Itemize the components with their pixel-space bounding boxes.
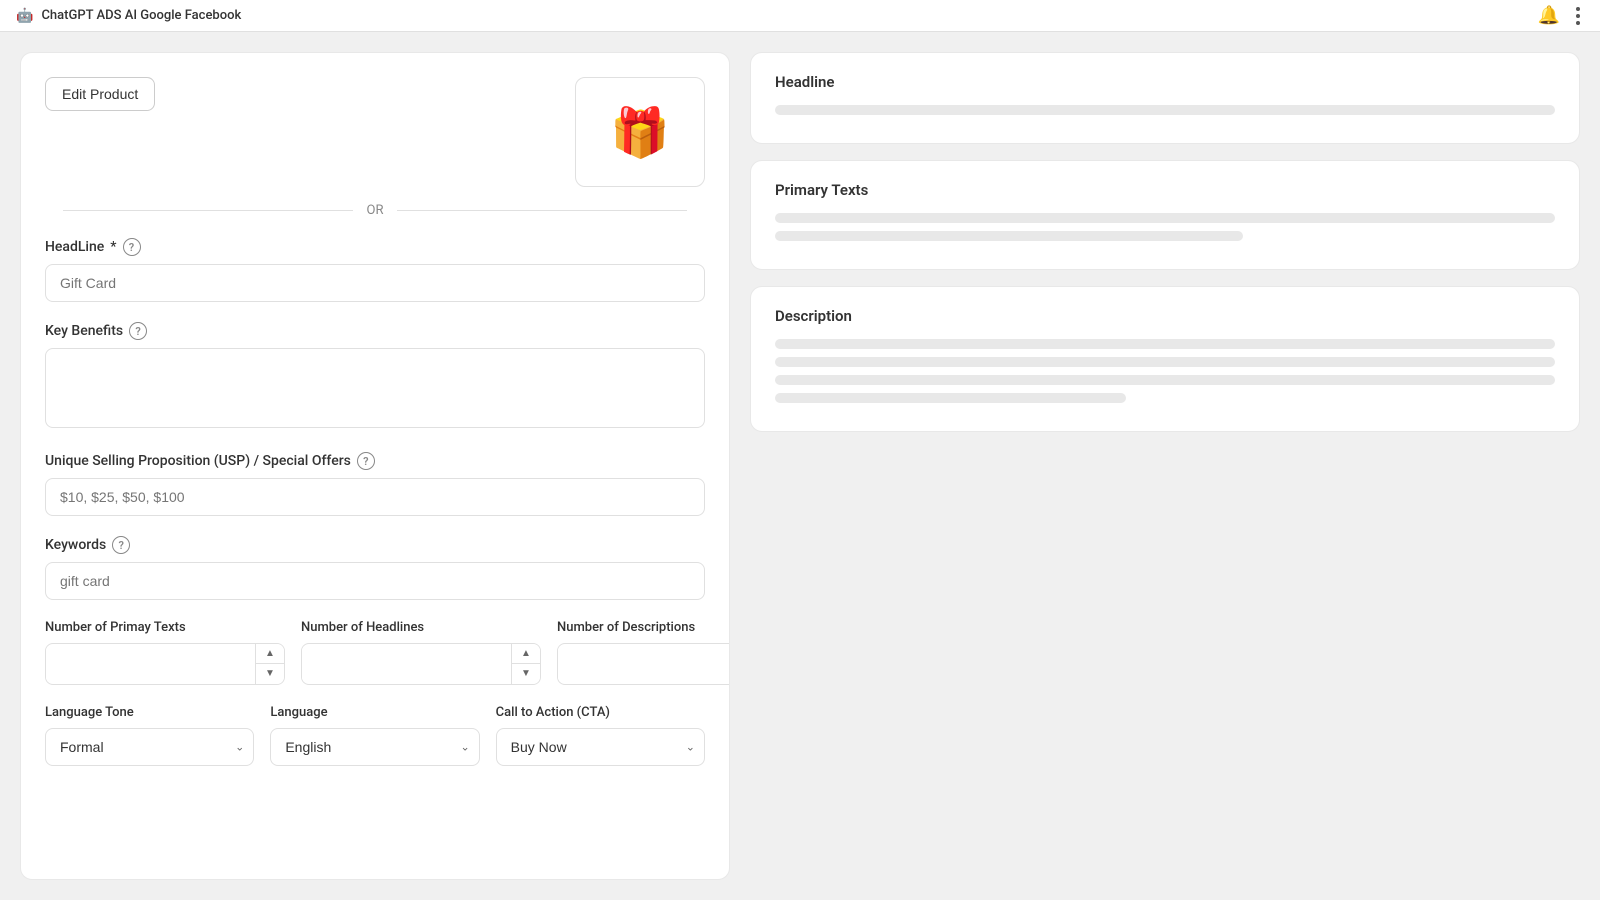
num-descriptions-group: Number of Descriptions 3 ▲ ▼ [557, 620, 730, 685]
usp-label: Unique Selling Proposition (USP) / Speci… [45, 452, 705, 470]
num-primary-input[interactable]: 3 [46, 646, 255, 682]
num-headlines-spinner: 3 ▲ ▼ [301, 643, 541, 685]
product-image: 🎁 [575, 77, 705, 187]
headline-group: HeadLine * ? [45, 238, 705, 302]
top-bar: 🤖 ChatGPT ADS AI Google Facebook 🔔 [0, 0, 1600, 32]
keywords-group: Keywords ? [45, 536, 705, 600]
left-panel: Edit Product 🎁 OR HeadLine * ? Key Benef… [20, 52, 730, 880]
headline-label: HeadLine * ? [45, 238, 705, 256]
product-image-area: Edit Product 🎁 [45, 77, 705, 187]
description-skeleton-1 [775, 339, 1555, 349]
description-preview-title: Description [775, 307, 1555, 325]
keywords-help-icon[interactable]: ? [112, 536, 130, 554]
primary-skeleton-2 [775, 231, 1243, 241]
headline-preview-card: Headline [750, 52, 1580, 144]
language-select-wrapper: English Spanish French German ⌄ [270, 728, 479, 766]
right-panel: Headline Primary Texts Description [750, 52, 1580, 880]
description-skeleton-2 [775, 357, 1555, 367]
language-tone-select[interactable]: Formal Casual Friendly Professional [45, 728, 254, 766]
headline-help-icon[interactable]: ? [123, 238, 141, 256]
number-fields-row: Number of Primay Texts 3 ▲ ▼ Number of H… [45, 620, 705, 685]
headline-skeleton-1 [775, 105, 1555, 115]
cta-select[interactable]: Buy Now Learn More Shop Now Sign Up [496, 728, 705, 766]
app-title-area: 🤖 ChatGPT ADS AI Google Facebook [16, 8, 241, 24]
language-group: Language English Spanish French German ⌄ [270, 705, 479, 766]
headline-preview-title: Headline [775, 73, 1555, 91]
usp-input[interactable] [45, 478, 705, 516]
more-options-icon[interactable] [1572, 3, 1584, 29]
required-indicator: * [110, 239, 116, 255]
num-headlines-label: Number of Headlines [301, 620, 541, 635]
num-headlines-input[interactable]: 3 [302, 646, 511, 682]
primary-texts-preview-card: Primary Texts [750, 160, 1580, 270]
num-primary-spinner: 3 ▲ ▼ [45, 643, 285, 685]
edit-product-button[interactable]: Edit Product [45, 77, 155, 111]
num-primary-label: Number of Primay Texts [45, 620, 285, 635]
select-fields-row: Language Tone Formal Casual Friendly Pro… [45, 705, 705, 766]
notification-icon[interactable]: 🔔 [1538, 5, 1560, 26]
num-headlines-up[interactable]: ▲ [512, 644, 540, 664]
num-primary-down[interactable]: ▼ [256, 664, 284, 684]
num-headlines-group: Number of Headlines 3 ▲ ▼ [301, 620, 541, 685]
num-descriptions-label: Number of Descriptions [557, 620, 730, 635]
product-emoji: 🎁 [610, 104, 670, 161]
num-headlines-controls: ▲ ▼ [511, 644, 540, 684]
language-tone-group: Language Tone Formal Casual Friendly Pro… [45, 705, 254, 766]
num-primary-up[interactable]: ▲ [256, 644, 284, 664]
num-primary-controls: ▲ ▼ [255, 644, 284, 684]
num-headlines-down[interactable]: ▼ [512, 664, 540, 684]
keywords-input[interactable] [45, 562, 705, 600]
main-container: Edit Product 🎁 OR HeadLine * ? Key Benef… [0, 32, 1600, 900]
key-benefits-input[interactable] [45, 348, 705, 428]
top-bar-actions: 🔔 [1538, 3, 1584, 29]
language-select[interactable]: English Spanish French German [270, 728, 479, 766]
cta-label: Call to Action (CTA) [496, 705, 705, 720]
cta-select-wrapper: Buy Now Learn More Shop Now Sign Up ⌄ [496, 728, 705, 766]
language-tone-label: Language Tone [45, 705, 254, 720]
usp-help-icon[interactable]: ? [357, 452, 375, 470]
primary-skeleton-1 [775, 213, 1555, 223]
or-divider: OR [45, 203, 705, 218]
language-label: Language [270, 705, 479, 720]
usp-group: Unique Selling Proposition (USP) / Speci… [45, 452, 705, 516]
headline-input[interactable] [45, 264, 705, 302]
description-preview-card: Description [750, 286, 1580, 432]
num-primary-group: Number of Primay Texts 3 ▲ ▼ [45, 620, 285, 685]
key-benefits-group: Key Benefits ? [45, 322, 705, 432]
language-tone-select-wrapper: Formal Casual Friendly Professional ⌄ [45, 728, 254, 766]
description-skeleton-4 [775, 393, 1126, 403]
key-benefits-label: Key Benefits ? [45, 322, 705, 340]
num-descriptions-spinner: 3 ▲ ▼ [557, 643, 730, 685]
key-benefits-help-icon[interactable]: ? [129, 322, 147, 340]
description-skeleton-3 [775, 375, 1555, 385]
num-descriptions-input[interactable]: 3 [558, 646, 730, 682]
primary-texts-preview-title: Primary Texts [775, 181, 1555, 199]
cta-group: Call to Action (CTA) Buy Now Learn More … [496, 705, 705, 766]
app-icon: 🤖 [16, 8, 33, 24]
keywords-label: Keywords ? [45, 536, 705, 554]
app-title-text: ChatGPT ADS AI Google Facebook [41, 8, 241, 23]
